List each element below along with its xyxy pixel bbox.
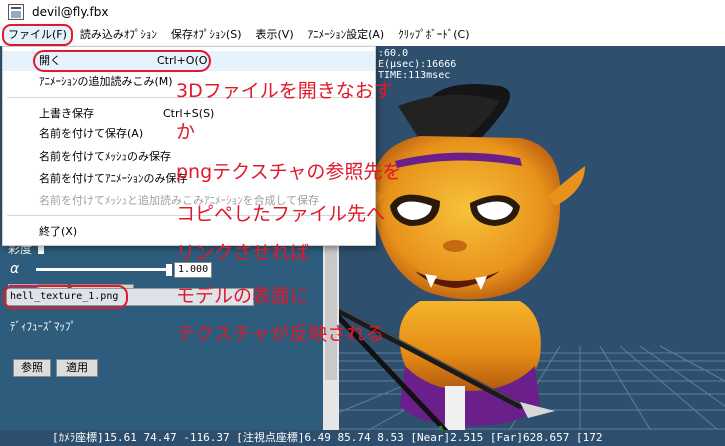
alpha-slider-track[interactable] xyxy=(36,268,170,271)
alpha-slider-knob[interactable] xyxy=(166,264,172,276)
menu-animation-settings[interactable]: ｱﾆﾒｰｼｮﾝ設定(A) xyxy=(301,24,392,46)
menu-save-options[interactable]: 保存ｵﾌﾟｼｮﾝ(S) xyxy=(164,24,249,46)
apply-button[interactable]: 適用 xyxy=(56,359,98,377)
fps-readout: :60.0 xyxy=(378,48,409,59)
menu-load-options[interactable]: 読み込みｵﾌﾟｼｮﾝ xyxy=(73,24,164,46)
annotation-line-1: 3Dファイルを開きなおす xyxy=(176,80,393,102)
annotation-line-7: テクスチャが反映される xyxy=(176,323,385,345)
menu-view[interactable]: 表示(V) xyxy=(249,24,301,46)
menu-bar: ファイル(F) 読み込みｵﾌﾟｼｮﾝ 保存ｵﾌﾟｼｮﾝ(S) 表示(V) ｱﾆﾒ… xyxy=(0,24,725,46)
annotation-circle-texture xyxy=(3,285,128,309)
annotation-line-6: モデルの表面に xyxy=(176,285,310,307)
menu-clipboard[interactable]: ｸﾘｯﾌﾟﾎﾞｰﾄﾞ(C) xyxy=(391,24,476,46)
app-icon xyxy=(8,4,24,20)
annotation-circle-open xyxy=(33,50,211,72)
annotation-line-4: コピペしたファイル先へ xyxy=(176,203,386,225)
annotation-line-5: リンクさせれば xyxy=(176,242,310,264)
annotation-line-2: か xyxy=(176,121,196,143)
diffuse-map-label: ﾃﾞｨﾌｭｰｽﾞﾏｯﾌﾟ xyxy=(10,320,76,333)
alpha-label: α xyxy=(10,261,20,277)
frame-time-readout: E(μsec):16666 xyxy=(378,59,457,70)
title-bar: devil@fly.fbx xyxy=(0,0,725,24)
window-title: devil@fly.fbx xyxy=(32,5,109,19)
annotation-line-3: pngテクスチャの参照先を xyxy=(176,161,402,183)
menu-file[interactable]: ファイル(F) xyxy=(2,24,73,46)
material-panel: 彩度 α 1.000 HLS RGB ﾃﾞｨﾌｭｰｽﾞﾏｯﾌﾟ 参照 適用 xyxy=(0,242,330,446)
browse-button[interactable]: 参照 xyxy=(13,359,51,377)
status-bar: [ｶﾒﾗ座標]15.61 74.47 -116.37 [注視点座標]6.49 8… xyxy=(0,430,725,446)
